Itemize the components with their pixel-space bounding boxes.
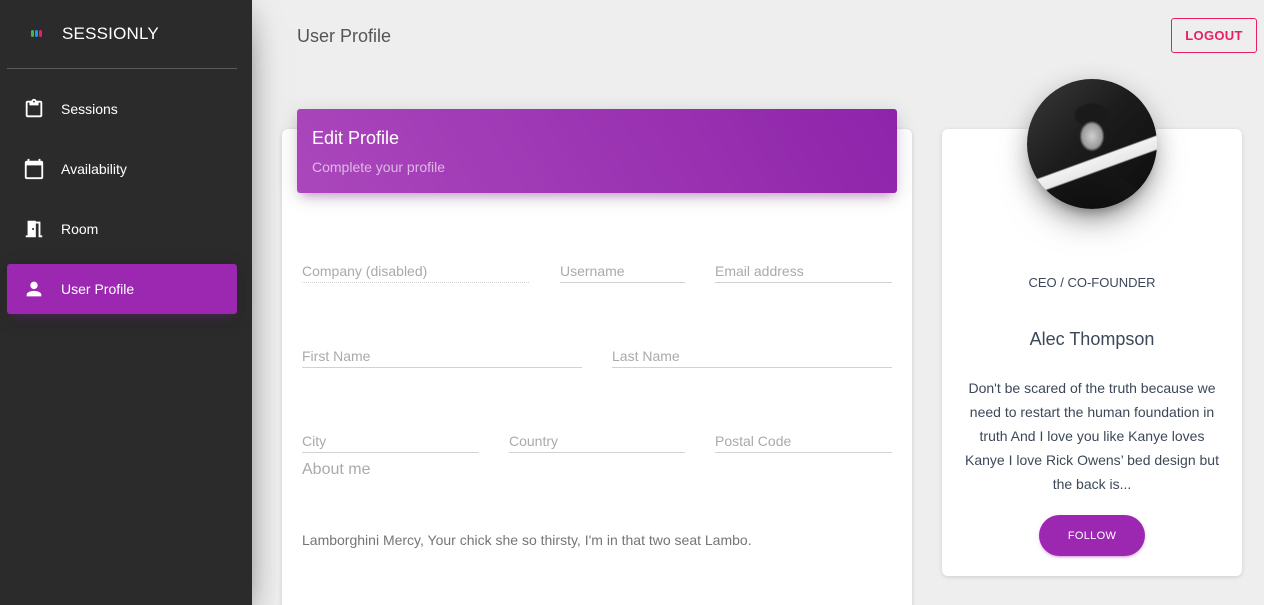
- sidebar-item-availability[interactable]: Availability: [7, 144, 237, 194]
- about-me-textarea[interactable]: [302, 532, 892, 556]
- sidebar: SESSIONLY Sessions Availability Room Use…: [0, 0, 252, 605]
- brand-logo-icon: [29, 27, 43, 41]
- sidebar-nav: Sessions Availability Room User Profile: [7, 84, 237, 324]
- country-field[interactable]: [509, 429, 685, 453]
- postal-code-field[interactable]: [715, 429, 892, 453]
- email-field-wrap: [715, 259, 892, 283]
- company-field[interactable]: [302, 259, 529, 283]
- card-title: Edit Profile: [312, 128, 400, 148]
- profile-bio: Don't be scared of the truth because we …: [965, 380, 1219, 492]
- page-title: User Profile: [297, 26, 392, 46]
- follow-button[interactable]: FOLLOW: [1039, 515, 1145, 556]
- city-field[interactable]: [302, 429, 479, 453]
- door-icon: [25, 220, 43, 238]
- last-name-field-wrap: [612, 344, 892, 368]
- card-subtitle: Complete your profile: [312, 159, 446, 175]
- sidebar-item-room[interactable]: Room: [7, 204, 237, 254]
- sidebar-item-label: User Profile: [61, 281, 135, 297]
- email-field[interactable]: [715, 259, 892, 283]
- username-field-wrap: [560, 259, 685, 283]
- profile-role: CEO / CO-FOUNDER: [1028, 275, 1156, 290]
- about-me-label: About me: [302, 461, 371, 478]
- person-icon: [26, 281, 42, 297]
- postal-code-field-wrap: [715, 429, 892, 453]
- sidebar-item-user-profile[interactable]: User Profile: [7, 264, 237, 314]
- profile-name: Alec Thompson: [1029, 329, 1155, 349]
- sidebar-item-label: Availability: [61, 161, 127, 177]
- logout-button[interactable]: LOGOUT: [1171, 18, 1257, 53]
- city-field-wrap: [302, 429, 479, 453]
- sidebar-item-label: Room: [61, 221, 99, 237]
- edit-profile-header: Edit Profile Complete your profile: [297, 109, 897, 193]
- sidebar-item-sessions[interactable]: Sessions: [7, 84, 237, 134]
- first-name-field-wrap: [302, 344, 582, 368]
- clipboard-icon: [25, 98, 43, 118]
- brand-name: SESSIONLY: [62, 24, 159, 43]
- last-name-field[interactable]: [612, 344, 892, 368]
- avatar: [1027, 79, 1157, 209]
- company-field-wrap: [302, 259, 529, 283]
- country-field-wrap: [509, 429, 685, 453]
- brand[interactable]: SESSIONLY: [7, 0, 237, 69]
- sidebar-item-label: Sessions: [61, 101, 118, 117]
- username-field[interactable]: [560, 259, 685, 283]
- calendar-icon: [24, 158, 44, 180]
- first-name-field[interactable]: [302, 344, 582, 368]
